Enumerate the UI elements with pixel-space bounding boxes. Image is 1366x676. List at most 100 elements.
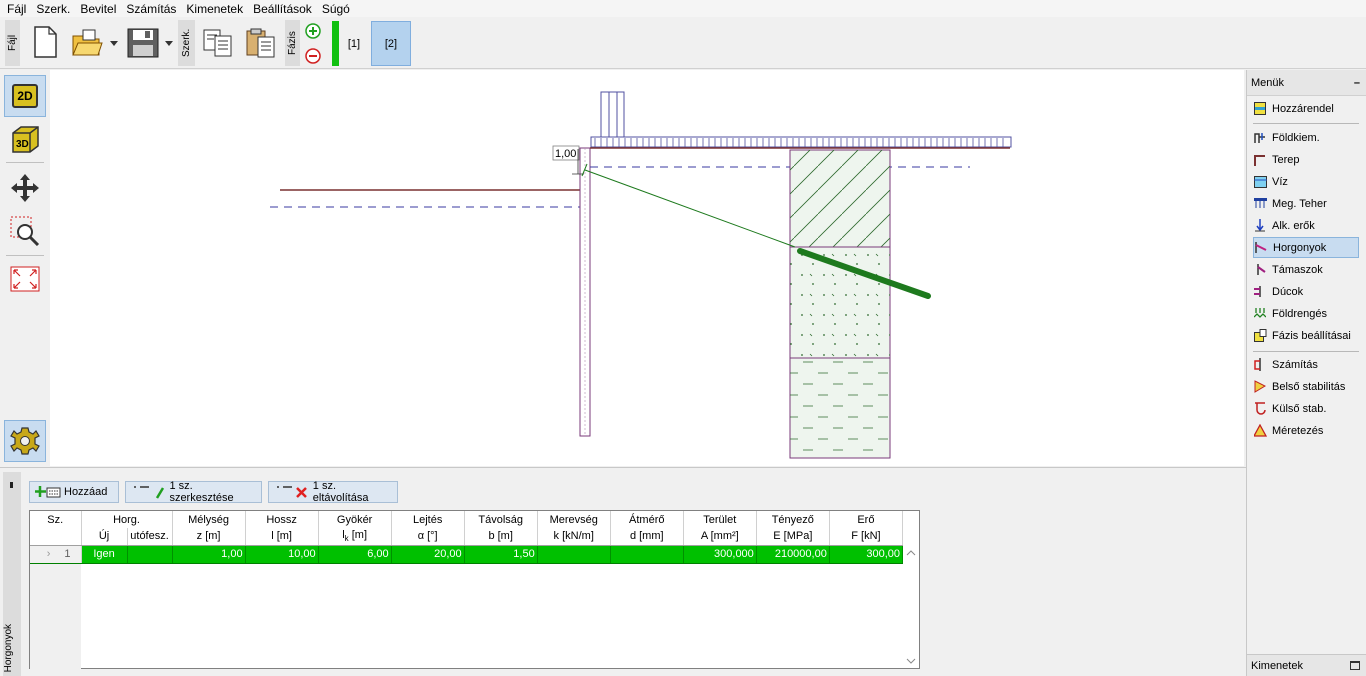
menu-item-water[interactable]: Víz [1253, 171, 1359, 192]
menu-item-phase-settings[interactable]: Fázis beállításai [1253, 325, 1359, 346]
dimensioning-icon [1253, 424, 1267, 438]
input-panel: Horgonyok Hozzáad 1 sz. szerkesztése 1 s… [0, 467, 1246, 676]
table-row[interactable]: › 1 Igen 1,00 10,00 6,00 20,00 1,50 300,0… [30, 545, 904, 564]
chevron-down-icon [165, 40, 173, 46]
col-subheader [30, 528, 82, 546]
col-header: Erő [829, 511, 904, 528]
water-icon [1253, 175, 1267, 189]
menu-item-analysis[interactable]: Számítás [1253, 354, 1359, 375]
cell-modulus[interactable]: 210000,00 [756, 545, 830, 564]
cell-post-tension[interactable] [127, 545, 173, 564]
add-button-label: Hozzáad [64, 486, 108, 498]
collapse-icon[interactable]: – [1354, 77, 1360, 89]
cell-stiffness[interactable] [537, 545, 611, 564]
menu-item-external-stability[interactable]: Külső stab. [1253, 398, 1359, 419]
menu-separator [1253, 123, 1359, 124]
assign-icon [1253, 102, 1267, 116]
view-3d-button[interactable]: 3D [4, 118, 46, 160]
tool-separator [6, 255, 44, 256]
menu-item-excavation[interactable]: Földkiem. [1253, 127, 1359, 148]
menu-input[interactable]: Bevitel [75, 2, 121, 16]
phase-tab-1[interactable]: [1] [340, 21, 368, 66]
col-subheader: d [mm] [610, 528, 684, 546]
internal-stability-icon [1253, 380, 1267, 394]
drawing-canvas[interactable]: 1,00 [50, 70, 1244, 466]
col-header: Merevség [537, 511, 611, 528]
menu-item-surcharge[interactable]: Meg. Teher [1253, 193, 1359, 214]
menu-file[interactable]: Fájl [2, 2, 31, 16]
new-file-button[interactable] [30, 25, 60, 59]
menu-settings[interactable]: Beállítások [248, 2, 317, 16]
minus-circle-icon [305, 48, 321, 64]
pin-icon[interactable] [10, 482, 13, 488]
toolbar: Fájl Szerk. Fázis [1] [2] [0, 17, 1366, 69]
menu-analysis[interactable]: Számítás [121, 2, 181, 16]
remove-button[interactable]: 1 sz. eltávolítása [268, 480, 398, 504]
menu-panel-title: Menük [1251, 76, 1285, 89]
menu-item-anchors[interactable]: Horgonyok [1253, 237, 1359, 258]
cell-force[interactable]: 300,00 [829, 545, 904, 564]
cell-spacing[interactable]: 1,50 [464, 545, 538, 564]
cell-slope[interactable]: 20,00 [391, 545, 465, 564]
menu-item-internal-stability[interactable]: Belső stabilitás [1253, 376, 1359, 397]
menu-item-label: Támaszok [1272, 263, 1323, 276]
save-button[interactable] [125, 27, 161, 59]
col-subheader: l [m] [245, 528, 319, 546]
phase-tab-2[interactable]: [2] [371, 21, 411, 66]
add-keyboard-icon [35, 486, 61, 498]
menu-outputs[interactable]: Kimenetek [181, 2, 248, 16]
add-button[interactable]: Hozzáad [29, 481, 119, 503]
cell-area[interactable]: 300,000 [683, 545, 757, 564]
menu-item-props[interactable]: Támaszok [1253, 259, 1359, 280]
delete-x-icon [277, 486, 307, 498]
menu-item-supports[interactable]: Dúcok [1253, 281, 1359, 302]
vertical-scrollbar[interactable] [903, 546, 919, 668]
cell-new[interactable]: Igen [81, 545, 128, 564]
maximize-icon[interactable] [1350, 661, 1360, 670]
col-header: Horg. [81, 511, 173, 528]
menu-item-terrain[interactable]: Terep [1253, 149, 1359, 170]
menu-bar: Fájl Szerk. Bevitel Számítás Kimenetek B… [0, 0, 1366, 17]
col-header: Lejtés [391, 511, 465, 528]
edit-button[interactable]: 1 sz. szerkesztése [125, 480, 262, 504]
col-subheader: F [kN] [829, 528, 904, 546]
settings-button[interactable] [4, 420, 46, 462]
view-toolbar: 2D 3D [0, 70, 50, 466]
menu-item-assign[interactable]: Hozzárendel [1253, 98, 1359, 119]
view-2d-button[interactable]: 2D [4, 75, 46, 117]
outputs-panel-header[interactable]: Kimenetek [1247, 654, 1366, 676]
cube-3d-icon: 3D [12, 126, 39, 153]
open-file-button[interactable] [70, 27, 104, 59]
menu-item-earthquake[interactable]: Földrengés [1253, 303, 1359, 324]
surcharge-block [600, 91, 625, 141]
pan-button[interactable] [4, 167, 46, 209]
menu-item-dimensioning[interactable]: Méretezés [1253, 420, 1359, 441]
add-phase-button[interactable] [304, 22, 322, 40]
zoom-magnifier-icon [10, 216, 40, 246]
view-2d-label: 2D [12, 84, 38, 108]
paste-data-button[interactable] [243, 26, 279, 60]
file-group-label: Fájl [5, 20, 20, 66]
copy-icon [203, 29, 232, 57]
col-subheader: A [mm²] [683, 528, 757, 546]
remove-phase-button[interactable] [304, 47, 322, 65]
menu-item-label: Belső stabilitás [1272, 380, 1346, 393]
cell-depth[interactable]: 1,00 [172, 545, 246, 564]
zoom-button[interactable] [4, 209, 46, 251]
menu-help[interactable]: Súgó [317, 2, 355, 16]
open-dropdown-arrow[interactable] [108, 37, 120, 49]
fit-view-button[interactable] [4, 258, 46, 300]
copy-data-button[interactable] [200, 26, 236, 60]
menu-item-label: Terep [1272, 153, 1300, 166]
menu-item-applied-forces[interactable]: Alk. erők [1253, 215, 1359, 236]
external-stability-icon [1253, 402, 1267, 416]
col-header: Mélység [172, 511, 246, 528]
save-dropdown-arrow[interactable] [163, 37, 175, 49]
new-file-icon [34, 26, 57, 58]
cell-length[interactable]: 10,00 [245, 545, 319, 564]
menu-edit[interactable]: Szerk. [31, 2, 75, 16]
header-row-top: Sz. Horg. Mélység Hossz Gyökér Lejtés Tá… [30, 511, 904, 528]
cell-root[interactable]: 6,00 [318, 545, 392, 564]
cell-diameter[interactable] [610, 545, 684, 564]
menu-panel: Menük – Hozzárendel Földkiem. Terep Víz … [1246, 70, 1366, 676]
